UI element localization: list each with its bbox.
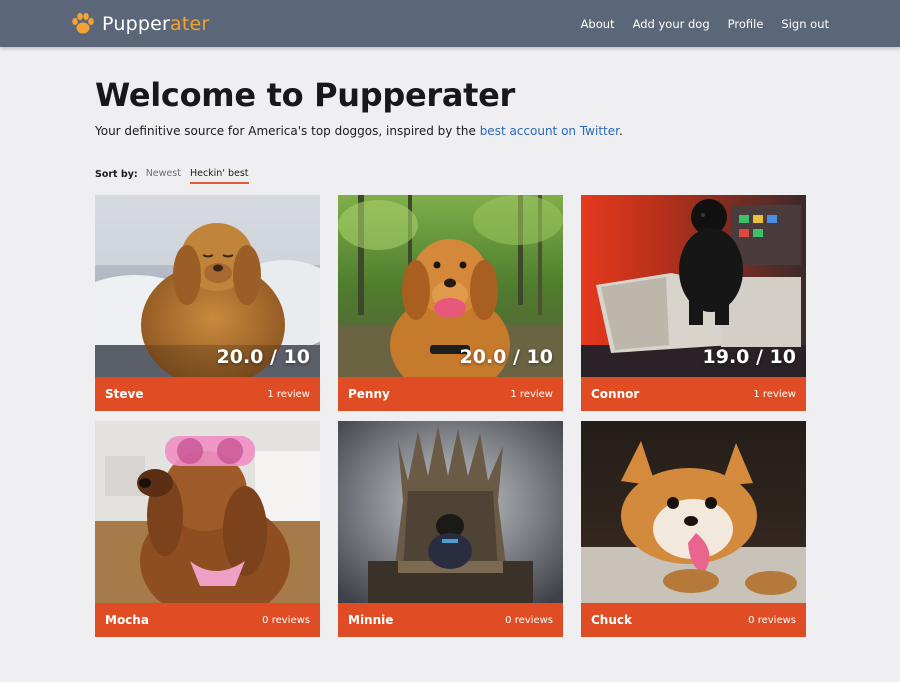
page-tagline: Your definitive source for America's top… — [95, 124, 623, 138]
dog-review-count: 1 review — [267, 388, 310, 400]
dog-caption-bar: Chuck 0 reviews — [581, 603, 806, 637]
tagline-suffix: . — [618, 124, 623, 138]
dog-photo-chuck — [581, 421, 806, 603]
dog-card-minnie[interactable]: Minnie 0 reviews — [338, 421, 563, 637]
dog-caption-bar: Connor 1 review — [581, 377, 806, 411]
brand-name-part2: ater — [170, 13, 210, 35]
nav-sign-out-link[interactable]: Sign out — [781, 17, 829, 31]
dog-photo-minnie — [338, 421, 563, 603]
dog-caption-bar: Minnie 0 reviews — [338, 603, 563, 637]
sort-heckin-best-option[interactable]: Heckin' best — [189, 168, 249, 184]
brand-logo-link[interactable]: Pupperater — [70, 10, 209, 38]
dog-photo-mocha — [95, 421, 320, 603]
dog-card-steve[interactable]: 20.0 / 10 Steve 1 review — [95, 195, 320, 411]
dog-name: Connor — [591, 387, 640, 401]
nav-add-dog-link[interactable]: Add your dog — [633, 17, 710, 31]
sort-newest-option[interactable]: Newest — [146, 168, 181, 181]
dog-caption-bar: Penny 1 review — [338, 377, 563, 411]
nav-profile-link[interactable]: Profile — [728, 17, 764, 31]
dog-name: Penny — [348, 387, 390, 401]
dog-photo-penny: 20.0 / 10 — [338, 195, 563, 377]
main-nav: About Add your dog Profile Sign out — [563, 0, 829, 47]
tagline-prefix: Your definitive source for America's top… — [95, 124, 480, 138]
dog-name: Mocha — [105, 613, 149, 627]
dog-review-count: 0 reviews — [505, 614, 553, 626]
dog-score: 20.0 / 10 — [459, 346, 554, 368]
dog-name: Minnie — [348, 613, 394, 627]
dog-review-count: 0 reviews — [748, 614, 796, 626]
dog-name: Chuck — [591, 613, 632, 627]
dog-card-penny[interactable]: 20.0 / 10 Penny 1 review — [338, 195, 563, 411]
dog-score: 20.0 / 10 — [216, 346, 311, 368]
dog-review-count: 1 review — [753, 388, 796, 400]
dog-photo-steve: 20.0 / 10 — [95, 195, 320, 377]
dog-card-mocha[interactable]: Mocha 0 reviews — [95, 421, 320, 637]
sort-controls: Sort by: Newest Heckin' best — [95, 166, 258, 184]
brand-name-part1: Pupper — [102, 13, 170, 35]
dog-score: 19.0 / 10 — [702, 346, 797, 368]
nav-about-link[interactable]: About — [581, 17, 615, 31]
page-title: Welcome to Pupperater — [95, 76, 515, 114]
paw-icon — [72, 12, 94, 34]
dog-card-chuck[interactable]: Chuck 0 reviews — [581, 421, 806, 637]
dog-review-count: 1 review — [510, 388, 553, 400]
sort-label: Sort by: — [95, 168, 138, 180]
top-navigation-bar: Pupperater About Add your dog Profile Si… — [0, 0, 900, 47]
dog-caption-bar: Mocha 0 reviews — [95, 603, 320, 637]
dog-photo-connor: 19.0 / 10 — [581, 195, 806, 377]
dog-review-count: 0 reviews — [262, 614, 310, 626]
dog-caption-bar: Steve 1 review — [95, 377, 320, 411]
dog-name: Steve — [105, 387, 144, 401]
twitter-account-link[interactable]: best account on Twitter — [480, 124, 619, 138]
brand-name: Pupperater — [102, 13, 209, 35]
dog-card-connor[interactable]: 19.0 / 10 Connor 1 review — [581, 195, 806, 411]
